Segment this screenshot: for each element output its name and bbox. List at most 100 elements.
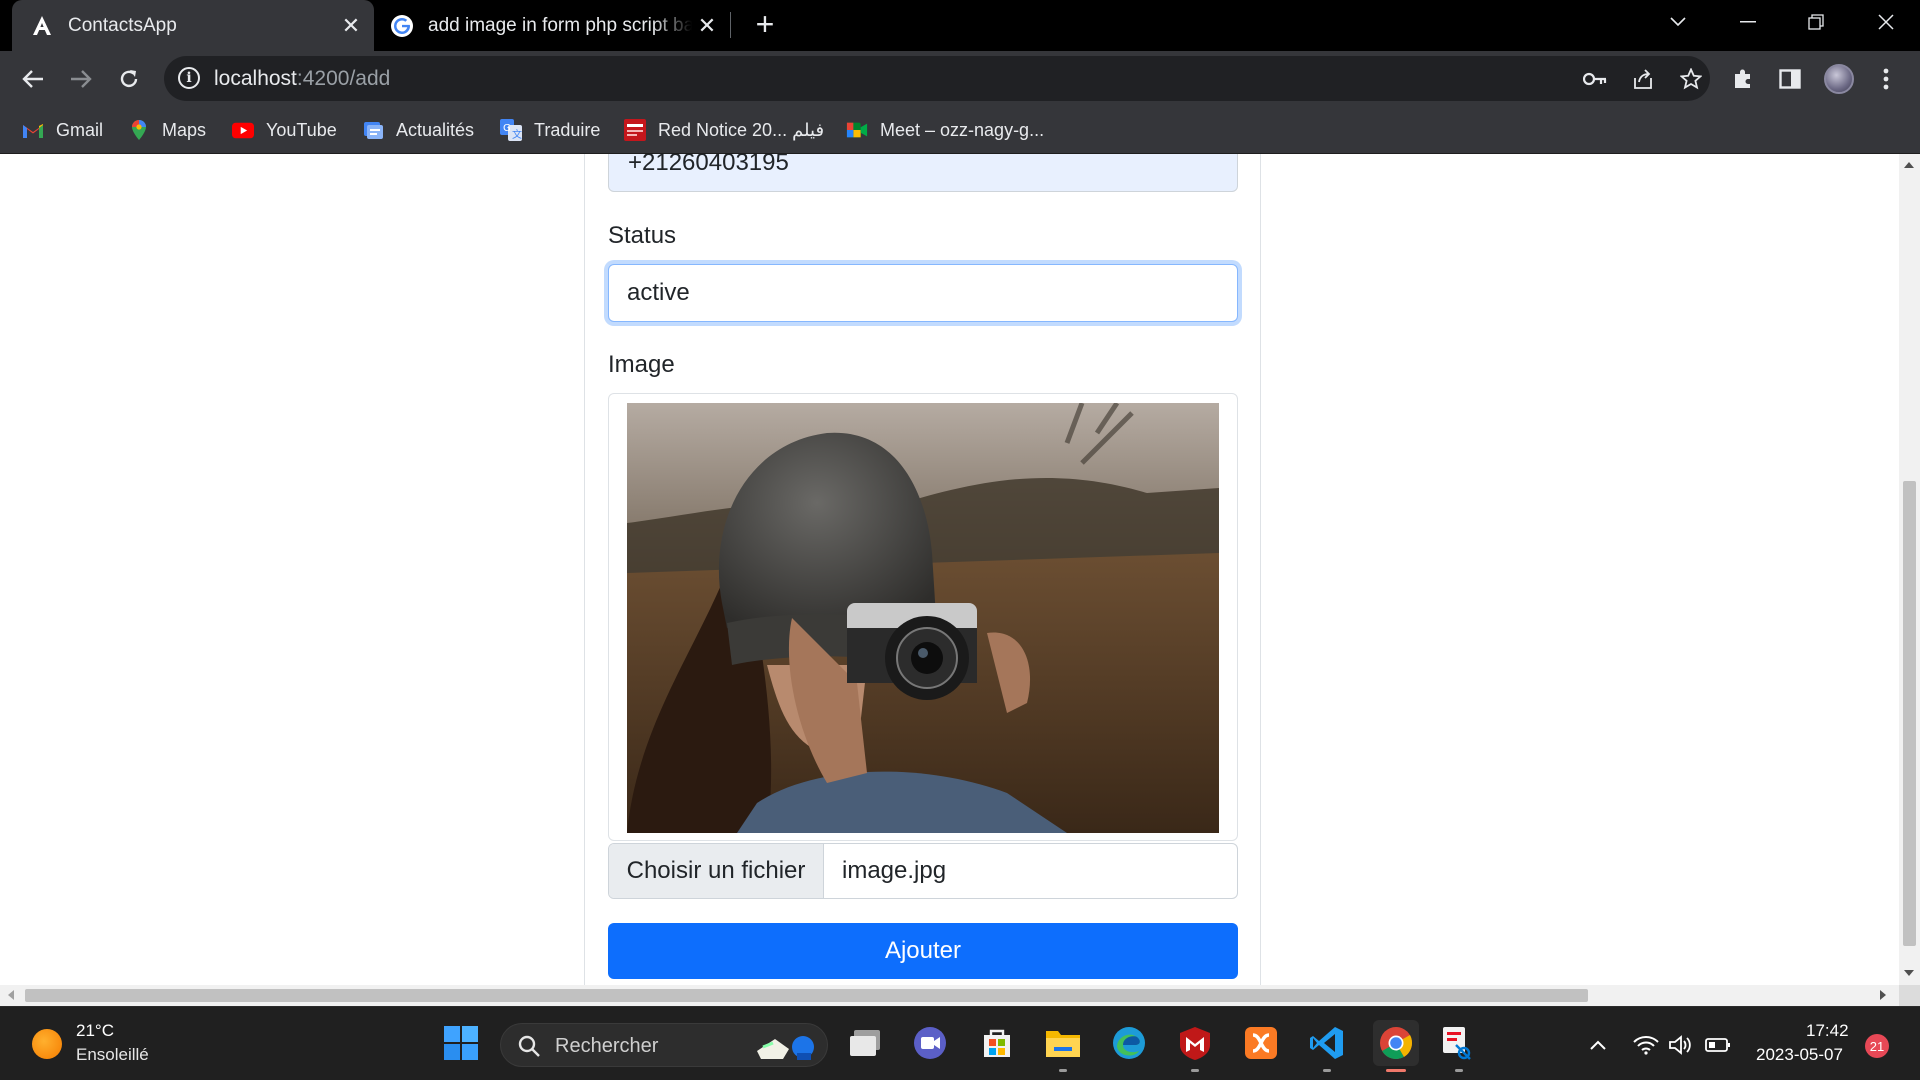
address-bar[interactable]: i localhost:4200/add bbox=[164, 56, 1710, 101]
running-indicator bbox=[1323, 1069, 1331, 1072]
tab-title: add image in form php script back bbox=[428, 14, 692, 36]
maps-icon bbox=[128, 119, 150, 141]
scroll-up-arrow-icon[interactable] bbox=[1904, 162, 1914, 168]
minimize-icon[interactable] bbox=[1720, 0, 1776, 44]
bookmark-label: Traduire bbox=[534, 119, 601, 140]
task-view-icon[interactable] bbox=[845, 1023, 885, 1063]
bookmark-traduire[interactable]: G文 Traduire bbox=[500, 106, 600, 154]
translate-icon: G文 bbox=[500, 119, 522, 141]
file-name: image.jpg bbox=[842, 857, 947, 884]
bookmark-label: Actualités bbox=[396, 119, 475, 140]
tab-google-search[interactable]: add image in form php script back ✕ bbox=[376, 0, 730, 51]
bookmark-maps[interactable]: Maps bbox=[128, 106, 206, 154]
youtube-icon bbox=[232, 119, 254, 141]
angular-icon bbox=[30, 14, 54, 38]
microsoft-store-icon[interactable] bbox=[977, 1023, 1017, 1063]
vertical-scroll-thumb[interactable] bbox=[1903, 481, 1916, 946]
vertical-scrollbar[interactable] bbox=[1899, 154, 1920, 985]
site-info-icon[interactable]: i bbox=[178, 67, 200, 89]
vscode-icon[interactable] bbox=[1307, 1023, 1347, 1063]
bookmark-youtube[interactable]: YouTube bbox=[232, 106, 337, 154]
file-input[interactable]: Choisir un fichier image.jpg bbox=[608, 843, 1238, 899]
notification-badge[interactable]: 21 bbox=[1865, 1034, 1889, 1058]
browser-toolbar: i localhost:4200/add bbox=[0, 51, 1920, 106]
choose-file-button[interactable]: Choisir un fichier bbox=[609, 844, 824, 898]
teams-chat-icon[interactable] bbox=[910, 1023, 950, 1063]
image-preview bbox=[627, 403, 1219, 833]
chrome-icon[interactable] bbox=[1373, 1020, 1419, 1066]
image-preview-frame bbox=[608, 393, 1238, 841]
new-tab-plus-icon[interactable]: + bbox=[748, 8, 782, 42]
svg-text:文: 文 bbox=[512, 128, 522, 141]
show-hidden-icons-chevron-icon[interactable] bbox=[1584, 1031, 1612, 1059]
share-icon[interactable] bbox=[1629, 65, 1657, 93]
bookmark-label: Maps bbox=[162, 119, 207, 140]
google-icon bbox=[390, 14, 414, 38]
windows-start-icon[interactable] bbox=[441, 1023, 481, 1063]
news-icon bbox=[362, 119, 384, 141]
side-panel-icon[interactable] bbox=[1774, 63, 1806, 95]
search-highlight-icon bbox=[757, 1036, 814, 1060]
page-viewport: +21260403195 Status Image bbox=[0, 154, 1899, 985]
meet-icon bbox=[846, 119, 868, 141]
windows-taskbar: 21°C Ensoleillé Rechercher 17:42 2023-05… bbox=[0, 1006, 1920, 1080]
close-icon[interactable]: ✕ bbox=[692, 11, 722, 41]
horizontal-scroll-thumb[interactable] bbox=[25, 989, 1588, 1002]
bookmark-actualites[interactable]: Actualités bbox=[362, 106, 474, 154]
phone-input[interactable]: +21260403195 bbox=[608, 154, 1238, 192]
scroll-down-arrow-icon[interactable] bbox=[1904, 970, 1914, 976]
image-label: Image bbox=[608, 351, 675, 378]
volume-icon[interactable] bbox=[1666, 1031, 1694, 1059]
running-indicator bbox=[1059, 1069, 1067, 1072]
gmail-icon bbox=[22, 119, 44, 141]
xampp-icon[interactable] bbox=[1241, 1023, 1281, 1063]
taskbar-search[interactable]: Rechercher bbox=[500, 1023, 828, 1067]
bookmark-label: Gmail bbox=[56, 119, 104, 140]
wifi-icon[interactable] bbox=[1632, 1031, 1660, 1059]
close-icon[interactable]: ✕ bbox=[336, 11, 366, 41]
running-indicator bbox=[1455, 1069, 1463, 1072]
sun-icon bbox=[32, 1029, 62, 1059]
svg-text:G: G bbox=[503, 123, 511, 134]
tab-search-chevron-icon[interactable] bbox=[1650, 0, 1706, 44]
scrollbar-corner bbox=[1899, 985, 1920, 1006]
bookmark-red-notice[interactable]: Red Notice 20... فيلم bbox=[624, 106, 824, 154]
bookmark-label: Meet – ozz-nagy-g... bbox=[880, 119, 1045, 140]
search-icon bbox=[518, 1035, 540, 1057]
status-label: Status bbox=[608, 222, 677, 249]
weather-temperature: 21°C bbox=[76, 1021, 114, 1040]
password-key-icon[interactable] bbox=[1581, 65, 1609, 93]
file-explorer-icon[interactable] bbox=[1043, 1023, 1083, 1063]
tab-contactsapp[interactable]: ContactsApp ✕ bbox=[12, 0, 374, 51]
running-indicator bbox=[1191, 1069, 1199, 1072]
close-window-icon[interactable] bbox=[1858, 0, 1914, 44]
red-notice-icon bbox=[624, 119, 646, 141]
ajouter-button[interactable]: Ajouter bbox=[608, 923, 1238, 979]
add-contact-form: +21260403195 Status Image bbox=[584, 154, 1261, 985]
tab-title: ContactsApp bbox=[68, 14, 177, 36]
mcafee-icon[interactable] bbox=[1175, 1023, 1215, 1063]
restore-icon[interactable] bbox=[1788, 0, 1844, 44]
horizontal-scrollbar[interactable] bbox=[0, 985, 1899, 1006]
edge-browser-icon[interactable] bbox=[1109, 1023, 1149, 1063]
back-arrow-icon[interactable] bbox=[13, 59, 53, 99]
forward-arrow-icon[interactable] bbox=[61, 59, 101, 99]
bookmark-star-icon[interactable] bbox=[1677, 65, 1705, 93]
bookmark-gmail[interactable]: Gmail bbox=[22, 106, 103, 154]
bookmark-label: Red Notice 20... فيلم bbox=[658, 119, 825, 140]
bookmark-meet[interactable]: Meet – ozz-nagy-g... bbox=[846, 106, 1044, 154]
clock-date: 2023-05-07 bbox=[1756, 1045, 1843, 1064]
status-input[interactable] bbox=[608, 264, 1238, 322]
kebab-menu-icon[interactable] bbox=[1870, 63, 1902, 95]
bookmarks-bar: Gmail Maps YouTube Actualités G文 Traduir… bbox=[0, 106, 1920, 154]
tab-separator bbox=[730, 12, 731, 38]
browser-tab-strip: ContactsApp ✕ add image in form php scri… bbox=[0, 0, 1920, 51]
battery-icon[interactable] bbox=[1704, 1031, 1732, 1059]
profile-avatar[interactable] bbox=[1824, 64, 1854, 94]
extensions-puzzle-icon[interactable] bbox=[1727, 63, 1759, 95]
snipping-tool-icon[interactable] bbox=[1437, 1023, 1477, 1063]
bookmark-label: YouTube bbox=[266, 119, 337, 140]
reload-icon[interactable] bbox=[109, 59, 149, 99]
scroll-left-arrow-icon[interactable] bbox=[8, 990, 14, 1000]
scroll-right-arrow-icon[interactable] bbox=[1880, 990, 1886, 1000]
